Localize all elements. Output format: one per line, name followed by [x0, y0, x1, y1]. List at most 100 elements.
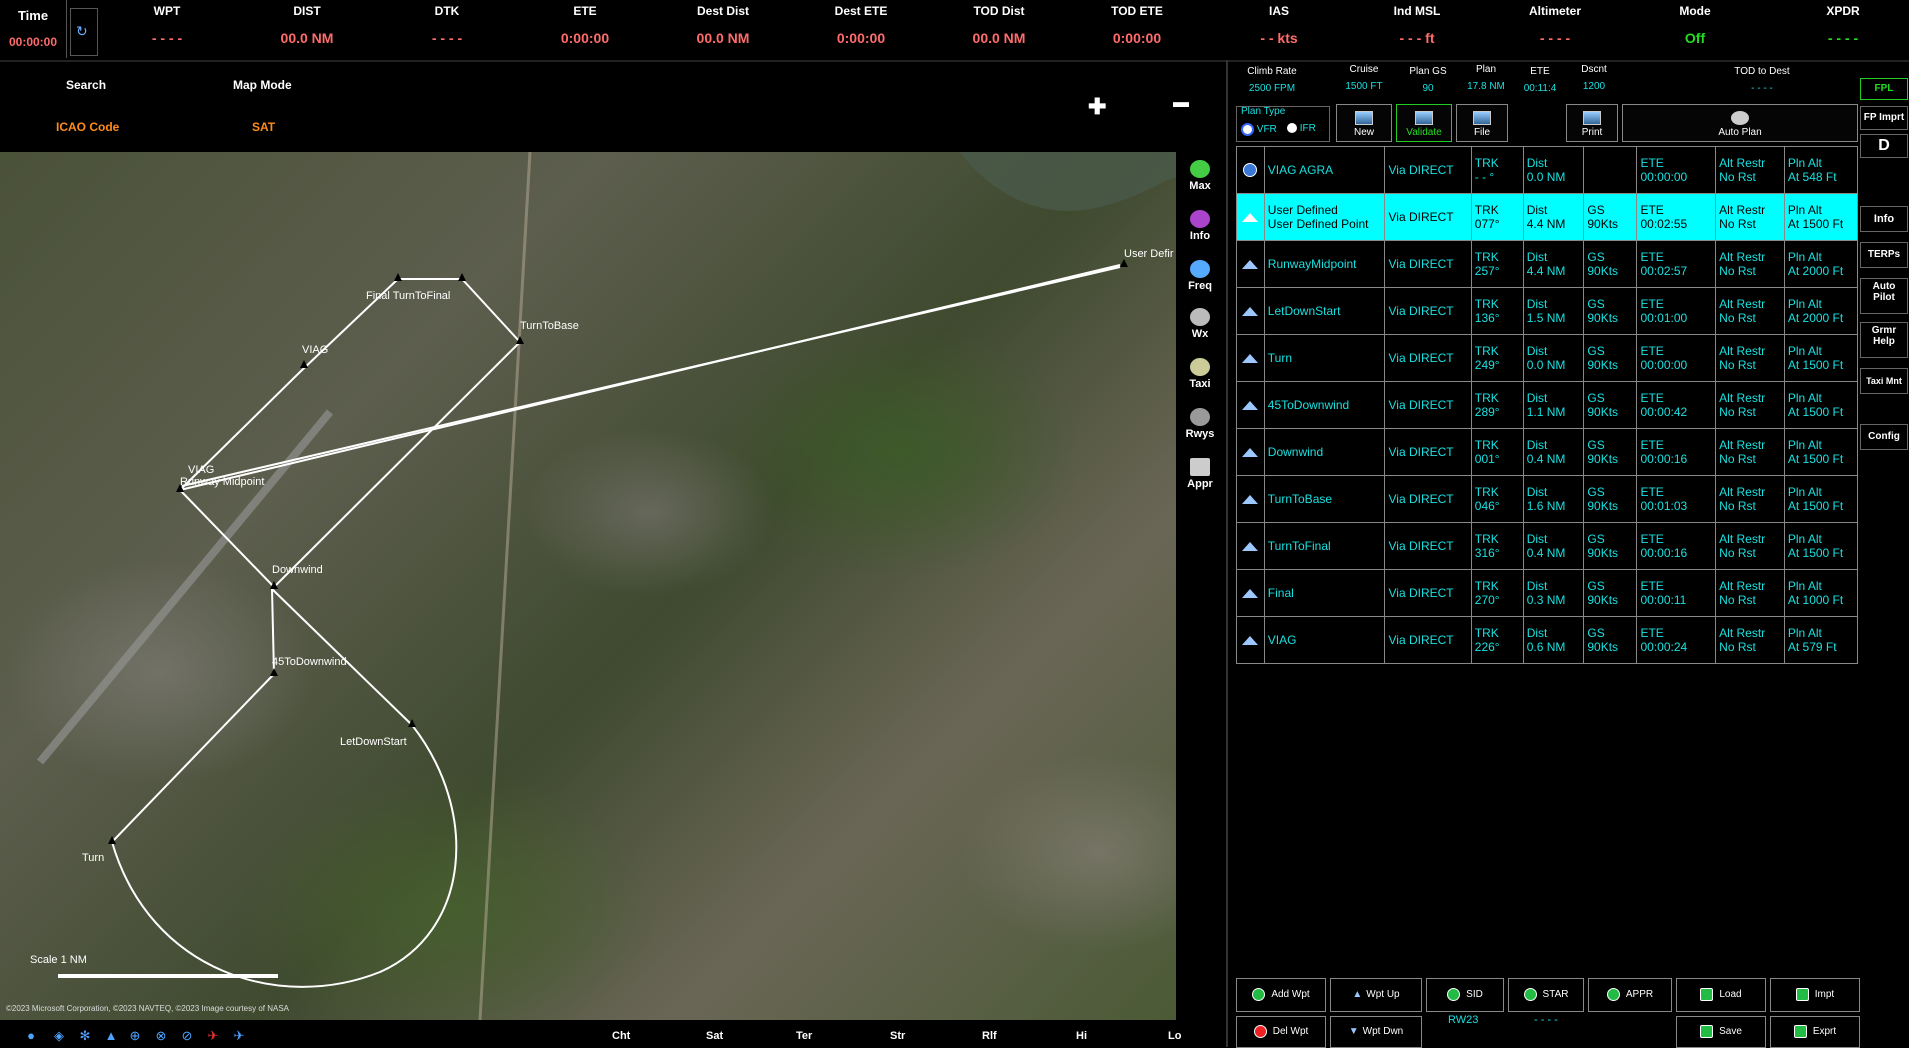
wpt-up-button[interactable]: ▲ Wpt Up: [1330, 978, 1422, 1012]
status-label: Mode: [1679, 4, 1711, 18]
export-button[interactable]: Exprt: [1770, 1016, 1860, 1048]
alt-restriction: Alt Restr No Rst: [1715, 146, 1785, 194]
waypoint-triangle-icon: [1242, 447, 1259, 457]
info-button[interactable]: Info: [1176, 210, 1224, 242]
sid-button[interactable]: SID: [1426, 978, 1504, 1012]
distance: Dist 4.4 NM: [1522, 240, 1585, 288]
refresh-button[interactable]: ↻: [70, 8, 98, 56]
plane-icon[interactable]: ✈: [232, 1029, 246, 1043]
new-button[interactable]: New: [1336, 104, 1392, 142]
zoom-in-button[interactable]: ✚: [1088, 94, 1106, 120]
mountain-icon[interactable]: ▲: [104, 1029, 118, 1043]
ground-speed-text: 90Kts: [1587, 405, 1619, 419]
ifr-radio[interactable]: IFR: [1287, 123, 1316, 134]
waypoint-triangle-icon: [1242, 494, 1259, 504]
cruise-value: 1500 FT: [1345, 81, 1383, 92]
file-button[interactable]: File: [1456, 104, 1508, 142]
no-entry-icon[interactable]: ⊘: [180, 1029, 194, 1043]
alt-restriction-text: Alt Restr: [1719, 438, 1766, 452]
layer-ter[interactable]: Ter: [796, 1030, 812, 1042]
print-button[interactable]: Print: [1566, 104, 1618, 142]
ground-speed: GS 90Kts: [1583, 381, 1638, 429]
satellite-map[interactable]: Final TurnToFinal TurnToBase VIAG VIAG R…: [0, 152, 1176, 1020]
airport-globe-icon: [1243, 163, 1258, 177]
fpl-row[interactable]: TurnToFinal Via DIRECT TRK 316° Dist 0.4 NM GS…: [1236, 522, 1859, 570]
fpl-row[interactable]: RunwayMidpoint Via DIRECT TRK 257° Dist 4.4 N…: [1236, 240, 1859, 288]
airport-icon[interactable]: ⊗: [154, 1029, 168, 1043]
add-wpt-button[interactable]: Add Wpt: [1236, 978, 1326, 1012]
status-cell: XPDR - - - -: [1778, 4, 1908, 46]
load-button[interactable]: Load: [1676, 978, 1766, 1012]
distance: Dist 1.6 NM: [1522, 475, 1585, 523]
tab-terps[interactable]: TERPs: [1860, 242, 1908, 268]
via: Via DIRECT: [1384, 475, 1472, 523]
via: Via DIRECT: [1384, 146, 1472, 194]
ground-speed: GS 90Kts: [1583, 240, 1638, 288]
fpl-row[interactable]: LetDownStart Via DIRECT TRK 136° Dist 1.5 NM G…: [1236, 287, 1859, 335]
fpl-row[interactable]: 45ToDownwind Via DIRECT TRK 289° Dist 1.1 NM G…: [1236, 381, 1859, 429]
distance-text: 0.3 NM: [1526, 593, 1566, 607]
vfr-radio[interactable]: VFR: [1241, 123, 1277, 136]
save-button[interactable]: Save: [1676, 1016, 1766, 1048]
compass-icon[interactable]: ⊕: [128, 1029, 142, 1043]
appr-button[interactable]: Appr: [1176, 458, 1224, 490]
rwys-button[interactable]: Rwys: [1176, 408, 1224, 440]
appr-button[interactable]: APPR: [1588, 978, 1672, 1012]
fpl-row[interactable]: Final Via DIRECT TRK 270° Dist 0.3 NM GS 90Kts E…: [1236, 569, 1859, 617]
tab-info[interactable]: Info: [1860, 206, 1908, 232]
auto-plan-button[interactable]: Auto Plan: [1622, 104, 1858, 142]
tab-autopilot[interactable]: Auto Pilot: [1860, 278, 1908, 314]
track: TRK 136°: [1470, 287, 1524, 335]
plan-altitude-text: Pln Alt: [1787, 156, 1822, 170]
tab-config[interactable]: Config: [1860, 424, 1908, 450]
layer-hi[interactable]: Hi: [1076, 1030, 1087, 1042]
validate-button[interactable]: Validate: [1396, 104, 1452, 142]
track: TRK 270°: [1470, 569, 1524, 617]
status-label: TOD ETE: [1111, 4, 1163, 18]
layer-cht[interactable]: Cht: [612, 1030, 630, 1042]
tab-grmr-help[interactable]: Grmr Help: [1860, 322, 1908, 358]
layer-str[interactable]: Str: [890, 1030, 905, 1042]
fpl-row[interactable]: Downwind Via DIRECT TRK 001° Dist 0.4 NM GS 90K…: [1236, 428, 1859, 476]
star-button[interactable]: STAR: [1508, 978, 1584, 1012]
fpl-row[interactable]: User Defined User Defined Point Via DIRECT…: [1236, 193, 1859, 241]
export-label: Exprt: [1812, 1026, 1837, 1037]
tab-fp-import[interactable]: FP Imprt: [1860, 106, 1908, 130]
import-button[interactable]: Impt: [1770, 978, 1860, 1012]
layer-sat[interactable]: Sat: [706, 1030, 723, 1042]
freq-button[interactable]: Freq: [1176, 260, 1224, 292]
zoom-out-button[interactable]: ▬: [1173, 94, 1189, 112]
shield-icon[interactable]: ◈: [52, 1029, 66, 1043]
max-button[interactable]: Max: [1176, 160, 1224, 192]
distance: Dist 1.5 NM: [1522, 287, 1585, 335]
ground-speed: GS 90Kts: [1583, 193, 1638, 241]
track-text: TRK: [1474, 485, 1499, 499]
fpl-row[interactable]: VIAG AGRA Via DIRECT TRK - - ° Dist 0.0 NM ETE…: [1236, 146, 1859, 194]
taxi-button[interactable]: Taxi: [1176, 358, 1224, 390]
plan-altitude-text: Pln Alt: [1787, 250, 1822, 264]
via: Via DIRECT: [1384, 240, 1472, 288]
layer-lo[interactable]: Lo: [1168, 1030, 1181, 1042]
wpt-dwn-button[interactable]: ▼ Wpt Dwn: [1330, 1016, 1422, 1048]
search-input[interactable]: ICAO Code: [56, 120, 119, 134]
print-label: Print: [1581, 127, 1603, 138]
tab-fpl[interactable]: FPL: [1860, 78, 1908, 100]
status-value: - - - -: [1539, 30, 1571, 46]
fpl-row[interactable]: TurnToBase Via DIRECT TRK 046° Dist 1.6 NM GS 9…: [1236, 475, 1859, 523]
layer-rlf[interactable]: Rlf: [982, 1030, 997, 1042]
map-mode-select[interactable]: SAT: [252, 120, 275, 134]
save-label: Save: [1719, 1026, 1742, 1037]
gear-icon[interactable]: ✻: [78, 1029, 92, 1043]
via-text: Via DIRECT: [1388, 257, 1454, 271]
wx-button[interactable]: Wx: [1176, 308, 1224, 340]
direct-to-button[interactable]: D: [1860, 134, 1908, 158]
red-plane-icon[interactable]: ✈: [206, 1029, 220, 1043]
fpl-row[interactable]: VIAG Via DIRECT TRK 226° Dist 0.6 NM GS 90Kts ET…: [1236, 616, 1859, 664]
tab-taxi-mnt[interactable]: Taxi Mnt: [1860, 368, 1908, 394]
del-wpt-button[interactable]: Del Wpt: [1236, 1016, 1326, 1048]
ete-text: 00:01:00: [1640, 311, 1688, 325]
fpl-row[interactable]: Turn Via DIRECT TRK 249° Dist 0.0 NM GS 90Kts ET…: [1236, 334, 1859, 382]
globe-icon[interactable]: ●: [24, 1029, 38, 1043]
alt-restriction: Alt Restr No Rst: [1715, 475, 1785, 523]
gear-icon: [1731, 111, 1749, 125]
